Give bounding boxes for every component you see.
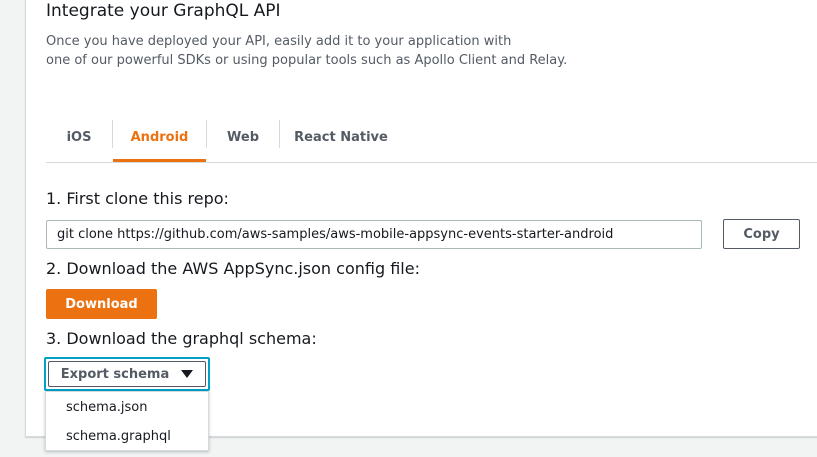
- step-2-label: 2. Download the AWS AppSync.json config …: [46, 259, 420, 278]
- menu-item-schema-graphql[interactable]: schema.graphql: [46, 421, 208, 451]
- step-3-label: 3. Download the graphql schema:: [46, 329, 317, 348]
- page-description: Once you have deployed your API, easily …: [46, 32, 606, 70]
- tab-web[interactable]: Web: [207, 112, 279, 162]
- step-1-label: 1. First clone this repo:: [46, 189, 229, 208]
- repo-command-field[interactable]: git clone https://github.com/aws-samples…: [46, 220, 702, 249]
- copy-button[interactable]: Copy: [723, 219, 800, 249]
- export-schema-button-inner[interactable]: Export schema: [48, 361, 206, 387]
- description-line: Once you have deployed your API, easily …: [46, 34, 512, 49]
- download-button[interactable]: Download: [46, 289, 157, 319]
- caret-down-icon: [181, 370, 194, 378]
- page-title: Integrate your GraphQL API: [46, 1, 281, 21]
- tab-android[interactable]: Android: [113, 112, 206, 162]
- tab-ios[interactable]: iOS: [46, 112, 112, 162]
- tab-react-native[interactable]: React Native: [280, 112, 402, 162]
- menu-item-schema-json[interactable]: schema.json: [46, 392, 208, 422]
- description-line: one of our powerful SDKs or using popula…: [46, 53, 568, 68]
- export-schema-menu: schema.json schema.graphql: [45, 391, 209, 451]
- export-schema-label: Export schema: [60, 366, 170, 382]
- platform-tabs: iOS Android Web React Native: [46, 112, 817, 163]
- export-schema-button[interactable]: Export schema: [44, 357, 210, 391]
